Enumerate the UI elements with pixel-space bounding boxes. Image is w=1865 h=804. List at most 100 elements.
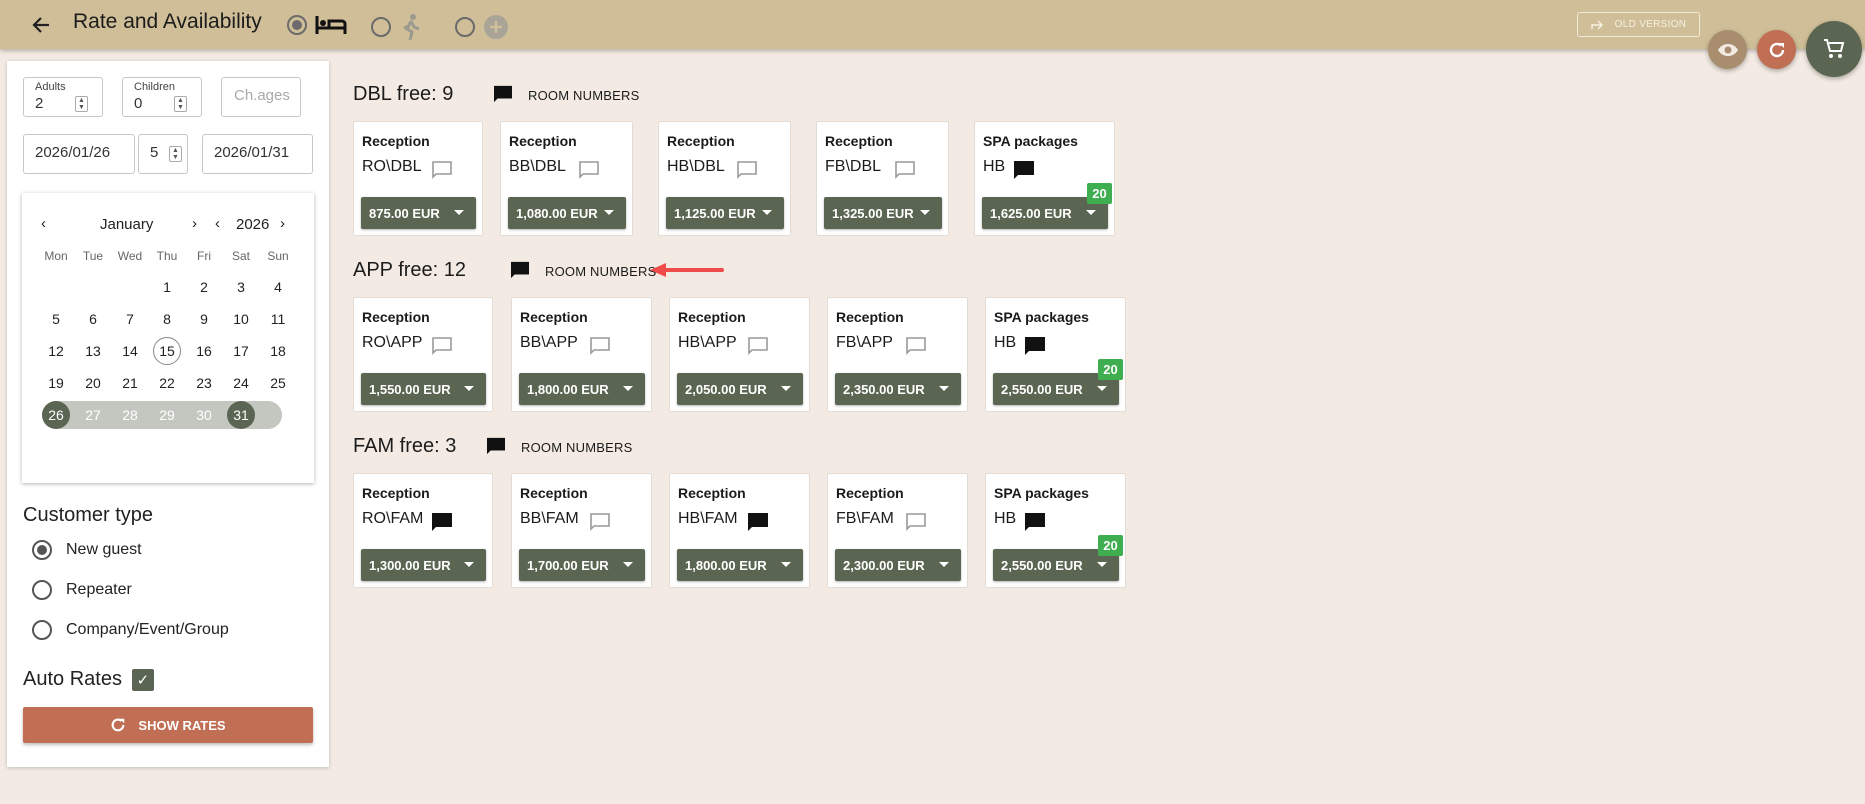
calendar-day[interactable]: 30 [190, 401, 218, 429]
price-dropdown[interactable]: 2,300.00 EUR [835, 549, 961, 581]
calendar-day[interactable]: 1 [153, 273, 181, 301]
calendar-day[interactable]: 5 [42, 305, 70, 333]
note-empty-icon[interactable] [589, 336, 611, 356]
calendar-day[interactable]: 15 [153, 337, 181, 365]
note-empty-icon[interactable] [736, 160, 758, 180]
calendar-day[interactable]: 31 [227, 401, 255, 429]
calendar-day[interactable]: 19 [42, 369, 70, 397]
note-filled-icon[interactable] [1024, 336, 1046, 356]
calendar-day[interactable]: 4 [264, 273, 292, 301]
mode-accommodation-radio[interactable] [287, 15, 307, 35]
calendar-day[interactable]: 28 [116, 401, 144, 429]
adults-field[interactable]: Adults 2 ▲ ▼ [23, 77, 103, 117]
price-dropdown[interactable]: 1,125.00 EUR [666, 197, 784, 229]
calendar-day[interactable]: 25 [264, 369, 292, 397]
adults-stepper[interactable]: ▲ ▼ [75, 96, 88, 112]
price-dropdown[interactable]: 1,800.00 EUR [519, 373, 645, 405]
message-icon[interactable] [485, 437, 507, 455]
calendar-day[interactable]: 21 [116, 369, 144, 397]
note-empty-icon[interactable] [747, 336, 769, 356]
prev-month-icon[interactable]: ‹ [41, 215, 46, 232]
calendar-day[interactable]: 29 [153, 401, 181, 429]
calendar-day[interactable]: 22 [153, 369, 181, 397]
note-filled-icon[interactable] [747, 512, 769, 532]
calendar-day[interactable]: 18 [264, 337, 292, 365]
next-month-icon[interactable]: › [192, 215, 197, 232]
room-numbers-button[interactable]: ROOM NUMBERS [545, 264, 656, 279]
prev-year-icon[interactable]: ‹ [215, 215, 220, 232]
room-numbers-button[interactable]: ROOM NUMBERS [528, 88, 639, 103]
calendar-day[interactable]: 13 [79, 337, 107, 365]
note-empty-icon[interactable] [905, 336, 927, 356]
mode-activity-radio[interactable] [371, 17, 391, 37]
price-dropdown[interactable]: 1,325.00 EUR [824, 197, 942, 229]
price-dropdown[interactable]: 875.00 EUR [361, 197, 476, 229]
calendar-day[interactable]: 11 [264, 305, 292, 333]
mode-extra-radio[interactable] [455, 17, 475, 37]
message-icon[interactable] [492, 85, 514, 103]
repeater-radio[interactable] [32, 580, 52, 600]
price-dropdown[interactable]: 2,050.00 EUR [677, 373, 803, 405]
customer-option-new-guest[interactable]: New guest [32, 540, 142, 560]
children-value[interactable]: 0 [134, 95, 142, 112]
calendar-day[interactable]: 17 [227, 337, 255, 365]
preview-button[interactable] [1708, 30, 1747, 69]
note-empty-icon[interactable] [589, 512, 611, 532]
new-guest-radio[interactable] [32, 540, 52, 560]
auto-rates[interactable]: Auto Rates ✓ [23, 668, 154, 691]
calendar-day[interactable]: 20 [79, 369, 107, 397]
price-dropdown[interactable]: 1,550.00 EUR [361, 373, 486, 405]
old-version-button[interactable]: OLD VERSION [1577, 12, 1700, 37]
calendar-day[interactable]: 16 [190, 337, 218, 365]
arrival-date-field[interactable]: 2026/01/26 [23, 134, 135, 174]
note-empty-icon[interactable] [578, 160, 600, 180]
calendar-day[interactable]: 26 [42, 401, 70, 429]
calendar-day[interactable]: 9 [190, 305, 218, 333]
message-icon[interactable] [509, 261, 531, 279]
note-empty-icon[interactable] [905, 512, 927, 532]
calendar-day[interactable]: 6 [79, 305, 107, 333]
dropdown-arrow-icon [604, 210, 614, 215]
customer-option-company[interactable]: Company/Event/Group [32, 620, 229, 640]
note-filled-icon[interactable] [1024, 512, 1046, 532]
price-dropdown[interactable]: 2,350.00 EUR [835, 373, 961, 405]
calendar-day[interactable]: 27 [79, 401, 107, 429]
auto-rates-checkbox[interactable]: ✓ [131, 668, 154, 691]
child-ages-field[interactable]: Ch.ages [221, 77, 301, 117]
nights-field[interactable]: 5 ▲ ▼ [138, 134, 188, 174]
company-radio[interactable] [32, 620, 52, 640]
refresh-button[interactable] [1757, 30, 1796, 69]
back-arrow-icon[interactable] [28, 12, 54, 38]
calendar-day[interactable]: 12 [42, 337, 70, 365]
price-dropdown[interactable]: 1,800.00 EUR [677, 549, 803, 581]
note-filled-icon[interactable] [431, 512, 453, 532]
note-empty-icon[interactable] [894, 160, 916, 180]
children-field[interactable]: Children 0 ▲ ▼ [122, 77, 202, 117]
calendar-day[interactable]: 7 [116, 305, 144, 333]
calendar-day[interactable]: 3 [227, 273, 255, 301]
note-empty-icon[interactable] [431, 160, 453, 180]
price-dropdown[interactable]: 1,080.00 EUR [508, 197, 626, 229]
mode-accommodation[interactable] [287, 14, 347, 36]
calendar-day[interactable]: 10 [227, 305, 255, 333]
calendar-day[interactable]: 8 [153, 305, 181, 333]
mode-extra[interactable] [455, 14, 509, 40]
calendar-day[interactable]: 24 [227, 369, 255, 397]
departure-date-field[interactable]: 2026/01/31 [202, 134, 313, 174]
mode-activity[interactable] [371, 14, 423, 40]
calendar-day[interactable]: 2 [190, 273, 218, 301]
customer-option-repeater[interactable]: Repeater [32, 580, 132, 600]
price-dropdown[interactable]: 1,300.00 EUR [361, 549, 486, 581]
price-dropdown[interactable]: 1,700.00 EUR [519, 549, 645, 581]
nights-stepper[interactable]: ▲ ▼ [169, 146, 182, 162]
cart-button[interactable] [1806, 21, 1862, 77]
children-stepper[interactable]: ▲ ▼ [174, 96, 187, 112]
note-empty-icon[interactable] [431, 336, 453, 356]
room-numbers-button[interactable]: ROOM NUMBERS [521, 440, 632, 455]
adults-value[interactable]: 2 [35, 95, 43, 112]
calendar-day[interactable]: 14 [116, 337, 144, 365]
next-year-icon[interactable]: › [280, 215, 285, 232]
show-rates-button[interactable]: SHOW RATES [23, 707, 313, 743]
note-filled-icon[interactable] [1013, 160, 1035, 180]
calendar-day[interactable]: 23 [190, 369, 218, 397]
